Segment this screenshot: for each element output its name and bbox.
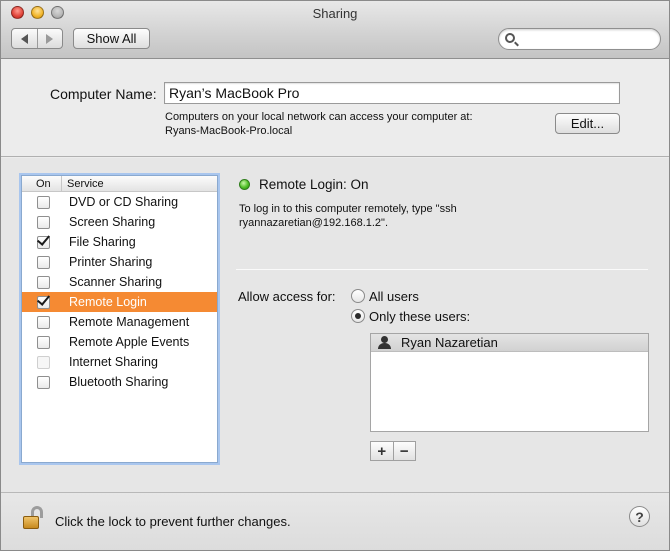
service-name: Bluetooth Sharing: [69, 375, 169, 389]
allowed-users-list[interactable]: Ryan Nazaretian: [370, 333, 649, 432]
only-these-users-label[interactable]: Only these users:: [369, 309, 470, 324]
service-checkbox[interactable]: [37, 376, 50, 389]
user-name: Ryan Nazaretian: [401, 335, 498, 350]
search-field[interactable]: [498, 28, 661, 50]
computer-address-info: Computers on your local network can acce…: [165, 110, 473, 138]
service-list: On Service DVD or CD Sharing Screen Shari…: [21, 175, 218, 463]
service-name: Remote Apple Events: [69, 335, 190, 349]
service-list-header: On Service: [22, 176, 217, 192]
add-user-button[interactable]: +: [371, 442, 393, 460]
computer-name-input[interactable]: Ryan’s MacBook Pro: [164, 82, 620, 104]
computer-name-label: Computer Name:: [50, 86, 157, 102]
checkmark-icon: [36, 232, 51, 246]
lock-message: Click the lock to prevent further change…: [55, 514, 291, 529]
sharing-window: Sharing Show All Computer Name: Ryan’s M…: [0, 0, 670, 551]
service-row[interactable]: File Sharing: [22, 232, 217, 252]
service-checkbox[interactable]: [36, 292, 51, 309]
service-row[interactable]: Scanner Sharing: [22, 272, 217, 292]
all-users-label[interactable]: All users: [369, 289, 419, 304]
service-name: Internet Sharing: [69, 355, 158, 369]
only-these-users-radio[interactable]: [351, 309, 365, 323]
back-arrow-icon: [20, 33, 28, 44]
show-all-button[interactable]: Show All: [73, 28, 150, 49]
service-checkbox[interactable]: [37, 196, 50, 209]
service-name: Remote Management: [69, 315, 190, 329]
service-name: DVD or CD Sharing: [69, 195, 179, 209]
lock-icon[interactable]: [22, 506, 46, 530]
person-icon: [378, 336, 391, 349]
add-remove-control: + −: [370, 441, 416, 461]
sharing-main-panel: On Service DVD or CD Sharing Screen Shari…: [1, 158, 669, 492]
service-checkbox[interactable]: [36, 232, 51, 249]
allow-access-label: Allow access for:: [238, 289, 336, 304]
user-row[interactable]: Ryan Nazaretian: [371, 334, 648, 352]
forward-arrow-icon: [46, 33, 54, 44]
service-checkbox[interactable]: [37, 256, 50, 269]
service-row[interactable]: Remote Apple Events: [22, 332, 217, 352]
service-name: Printer Sharing: [69, 255, 153, 269]
search-icon: [505, 33, 515, 43]
computer-name-section: Computer Name: Ryan’s MacBook Pro Comput…: [1, 59, 669, 157]
forward-button[interactable]: [36, 29, 63, 48]
service-row[interactable]: DVD or CD Sharing: [22, 192, 217, 212]
address-info-line: Computers on your local network can acce…: [165, 111, 473, 123]
service-name: File Sharing: [69, 235, 136, 249]
remove-user-button[interactable]: −: [392, 442, 416, 460]
all-users-radio[interactable]: [351, 289, 365, 303]
ssh-command: ryannazaretian@192.168.1.2".: [239, 217, 389, 229]
edit-button[interactable]: Edit...: [555, 113, 620, 134]
service-row[interactable]: Remote Login: [22, 292, 217, 312]
help-button[interactable]: ?: [629, 506, 650, 527]
titlebar: Sharing Show All: [1, 1, 669, 59]
service-row[interactable]: Screen Sharing: [22, 212, 217, 232]
footer-bar: Click the lock to prevent further change…: [1, 492, 669, 550]
service-checkbox[interactable]: [37, 276, 50, 289]
back-forward-control: [11, 28, 63, 49]
service-name: Scanner Sharing: [69, 275, 163, 289]
back-button[interactable]: [12, 29, 37, 48]
service-checkbox[interactable]: [37, 316, 50, 329]
service-row[interactable]: Remote Management: [22, 312, 217, 332]
radio-selected-dot: [355, 313, 361, 319]
service-name: Screen Sharing: [69, 215, 156, 229]
login-instructions-line: To log in to this computer remotely, typ…: [239, 203, 457, 215]
column-header-service[interactable]: Service: [62, 178, 104, 190]
service-checkbox[interactable]: [37, 336, 50, 349]
section-divider: [236, 269, 648, 270]
service-name: Remote Login: [69, 295, 147, 309]
service-checkbox[interactable]: [37, 216, 50, 229]
local-hostname: Ryans-MacBook-Pro.local: [165, 125, 293, 137]
service-status: Remote Login: On: [259, 177, 369, 192]
status-indicator-icon: [239, 179, 250, 190]
window-title: Sharing: [312, 6, 358, 21]
checkmark-icon: [36, 292, 51, 306]
service-row[interactable]: Bluetooth Sharing: [22, 372, 217, 392]
login-instructions: To log in to this computer remotely, typ…: [239, 202, 539, 230]
service-checkbox: [37, 356, 50, 369]
column-header-on[interactable]: On: [22, 176, 62, 191]
service-row[interactable]: Internet Sharing: [22, 352, 217, 372]
service-row[interactable]: Printer Sharing: [22, 252, 217, 272]
